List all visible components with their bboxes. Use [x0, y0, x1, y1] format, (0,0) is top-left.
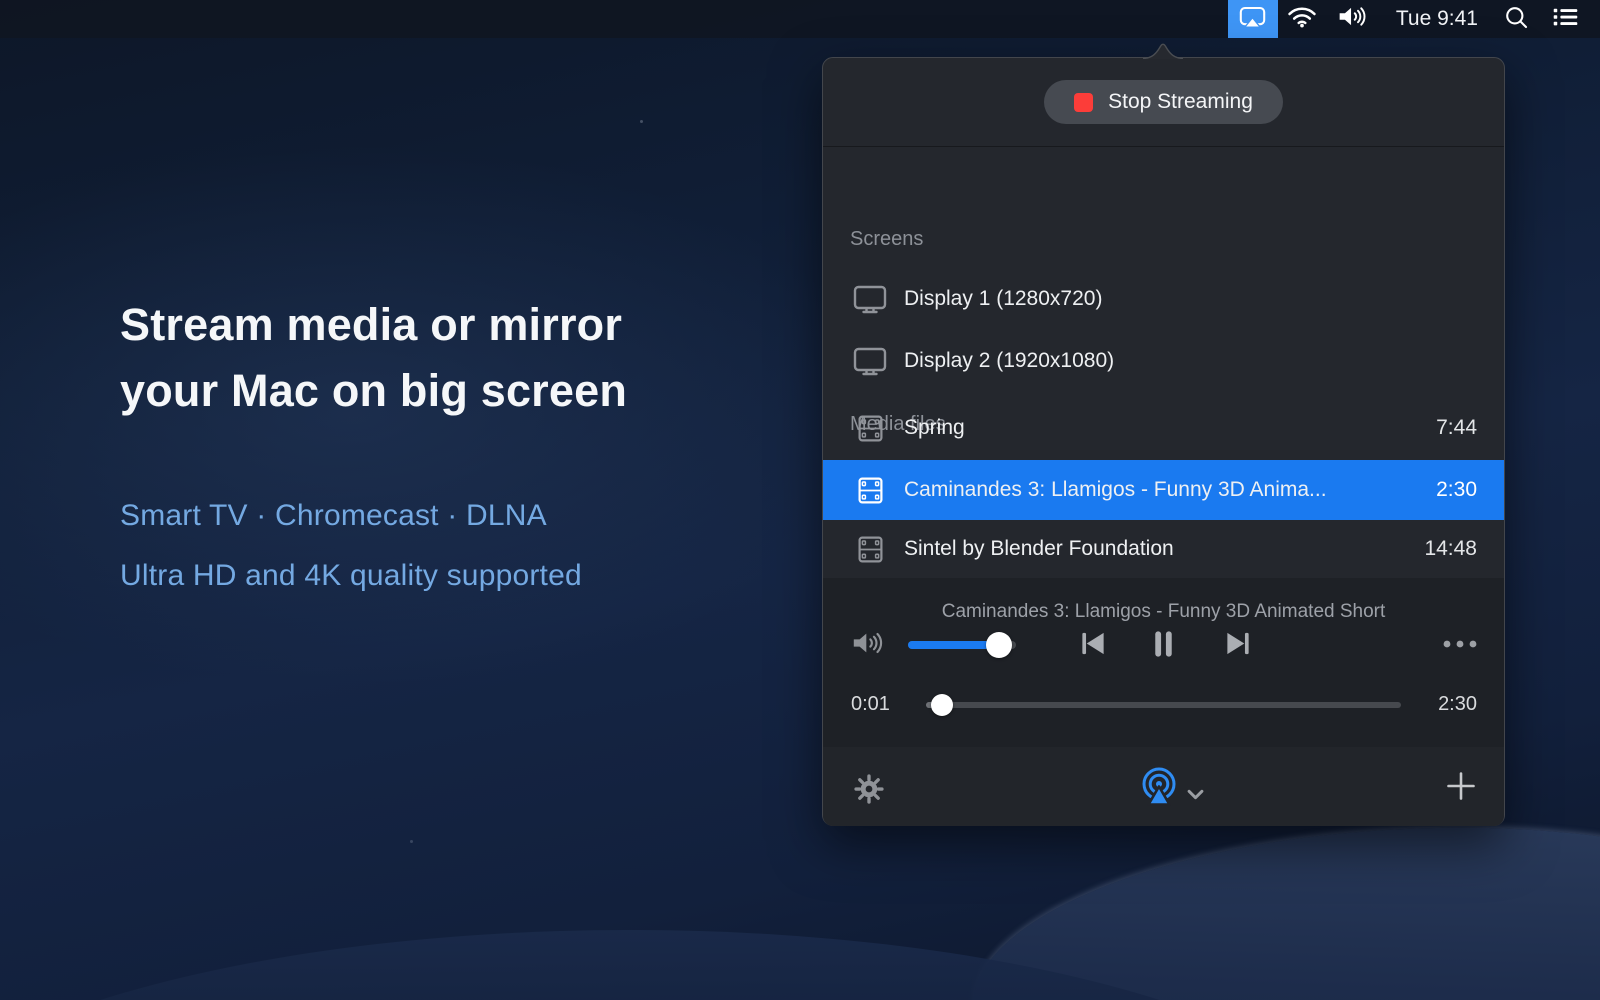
player-section: Caminandes 3: Llamigos - Funny 3D Animat…	[823, 578, 1504, 747]
hero-title-line1: Stream media or mirror	[120, 292, 627, 358]
menubar-search-button[interactable]	[1492, 0, 1540, 38]
search-icon	[1504, 5, 1528, 34]
menubar-clock[interactable]: Tue 9:41	[1382, 0, 1492, 38]
player-volume-icon[interactable]	[852, 630, 886, 661]
previous-button[interactable]	[1078, 629, 1108, 661]
desktop-wallpaper: Stream media or mirror your Mac on big s…	[0, 0, 1600, 1000]
screen-row-display-2[interactable]: Display 2 (1920x1080)	[823, 331, 1504, 391]
divider	[823, 146, 1504, 147]
streaming-popover: Stop Streaming Screens Display 1 (1280x7…	[822, 57, 1505, 826]
screen-mirroring-icon	[1239, 6, 1266, 33]
menubar-volume-button[interactable]	[1326, 0, 1382, 38]
display-icon	[853, 346, 887, 376]
media-row-sintel[interactable]: Sintel by Blender Foundation 14:48	[823, 520, 1504, 578]
stop-streaming-button[interactable]: Stop Streaming	[1044, 80, 1283, 124]
next-button[interactable]	[1223, 629, 1253, 661]
media-row-spring[interactable]: Spring 7:44	[823, 398, 1504, 458]
elapsed-time: 0:01	[851, 693, 890, 716]
screens-section-header: Screens	[850, 228, 923, 251]
menubar-screen-mirroring-button[interactable]	[1228, 0, 1278, 38]
total-time: 2:30	[1438, 693, 1477, 716]
hero-subtitle-platforms: Smart TV · Chromecast · DLNA	[120, 499, 547, 533]
volume-icon	[1338, 4, 1369, 34]
hero-title-line2: your Mac on big screen	[120, 358, 627, 424]
progress-slider[interactable]	[926, 702, 1401, 708]
hero-subtitle-quality: Ultra HD and 4K quality supported	[120, 559, 582, 593]
more-options-button[interactable]	[1441, 638, 1479, 653]
media-duration: 7:44	[1436, 416, 1477, 440]
progress-knob[interactable]	[931, 694, 953, 716]
menubar-wifi-button[interactable]	[1278, 0, 1326, 38]
now-playing-title: Caminandes 3: Llamigos - Funny 3D Animat…	[823, 601, 1504, 623]
popover-bottom-bar	[823, 747, 1504, 826]
volume-knob[interactable]	[986, 632, 1012, 658]
wifi-icon	[1287, 5, 1317, 33]
chevron-down-icon	[1187, 788, 1204, 803]
hero-headline: Stream media or mirror your Mac on big s…	[120, 292, 627, 424]
add-media-button[interactable]	[1446, 771, 1476, 804]
film-icon	[853, 477, 887, 504]
device-selector-button[interactable]	[1137, 765, 1204, 812]
display-1-label: Display 1 (1280x720)	[904, 287, 1477, 311]
film-icon	[853, 415, 887, 442]
media-duration: 14:48	[1424, 537, 1477, 561]
volume-slider[interactable]	[908, 641, 1016, 649]
screen-row-display-1[interactable]: Display 1 (1280x720)	[823, 269, 1504, 329]
list-icon	[1552, 6, 1579, 33]
popover-arrow	[1143, 41, 1183, 59]
media-name: Caminandes 3: Llamigos - Funny 3D Anima.…	[904, 478, 1424, 502]
display-icon	[853, 284, 887, 314]
media-duration: 2:30	[1436, 478, 1477, 502]
stop-streaming-label: Stop Streaming	[1108, 90, 1253, 114]
display-2-label: Display 2 (1920x1080)	[904, 349, 1477, 373]
settings-button[interactable]	[854, 774, 884, 807]
media-name: Sintel by Blender Foundation	[904, 537, 1412, 561]
pause-button[interactable]	[1149, 629, 1178, 662]
airplay-beacon-icon	[1137, 765, 1181, 812]
wallpaper-dune	[965, 805, 1600, 1000]
media-row-caminandes-selected[interactable]: Caminandes 3: Llamigos - Funny 3D Anima.…	[823, 460, 1504, 520]
menubar-list-button[interactable]	[1540, 0, 1590, 38]
stop-icon	[1074, 93, 1093, 112]
stop-streaming-area: Stop Streaming	[823, 58, 1504, 146]
media-name: Spring	[904, 416, 1424, 440]
menu-bar: Tue 9:41	[0, 0, 1600, 38]
film-icon	[853, 536, 887, 563]
